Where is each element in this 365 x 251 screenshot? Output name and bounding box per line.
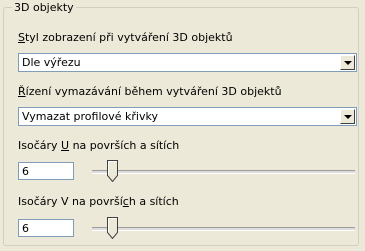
isolines-u-label: Isočáry U na površích a sítích — [18, 139, 180, 152]
isolines-u-input[interactable]: 6 — [18, 162, 74, 180]
isolines-u-value: 6 — [22, 165, 29, 178]
chevron-down-icon[interactable] — [340, 109, 355, 124]
deletion-control-label: Řízení vymazávání během vytváření 3D obj… — [18, 85, 282, 98]
slider-thumb-icon[interactable] — [107, 217, 118, 239]
display-style-label: Styl zobrazení při vytváření 3D objektů — [18, 31, 233, 44]
slider-track — [92, 170, 355, 174]
group-title: 3D objekty — [12, 1, 76, 14]
isolines-v-slider[interactable] — [92, 217, 355, 239]
isolines-v-value: 6 — [22, 222, 29, 235]
deletion-control-select[interactable]: Vymazat profilové křivky — [18, 107, 357, 126]
display-style-value: Dle výřezu — [22, 56, 81, 69]
slider-track — [92, 227, 355, 231]
chevron-down-icon[interactable] — [340, 55, 355, 70]
isolines-u-slider[interactable] — [92, 160, 355, 182]
slider-thumb-icon[interactable] — [107, 160, 118, 182]
isolines-v-label: Isočáry V na površích a sítích — [18, 195, 179, 208]
display-style-select[interactable]: Dle výřezu — [18, 53, 357, 72]
isolines-v-input[interactable]: 6 — [18, 219, 74, 237]
deletion-control-value: Vymazat profilové křivky — [22, 110, 158, 123]
